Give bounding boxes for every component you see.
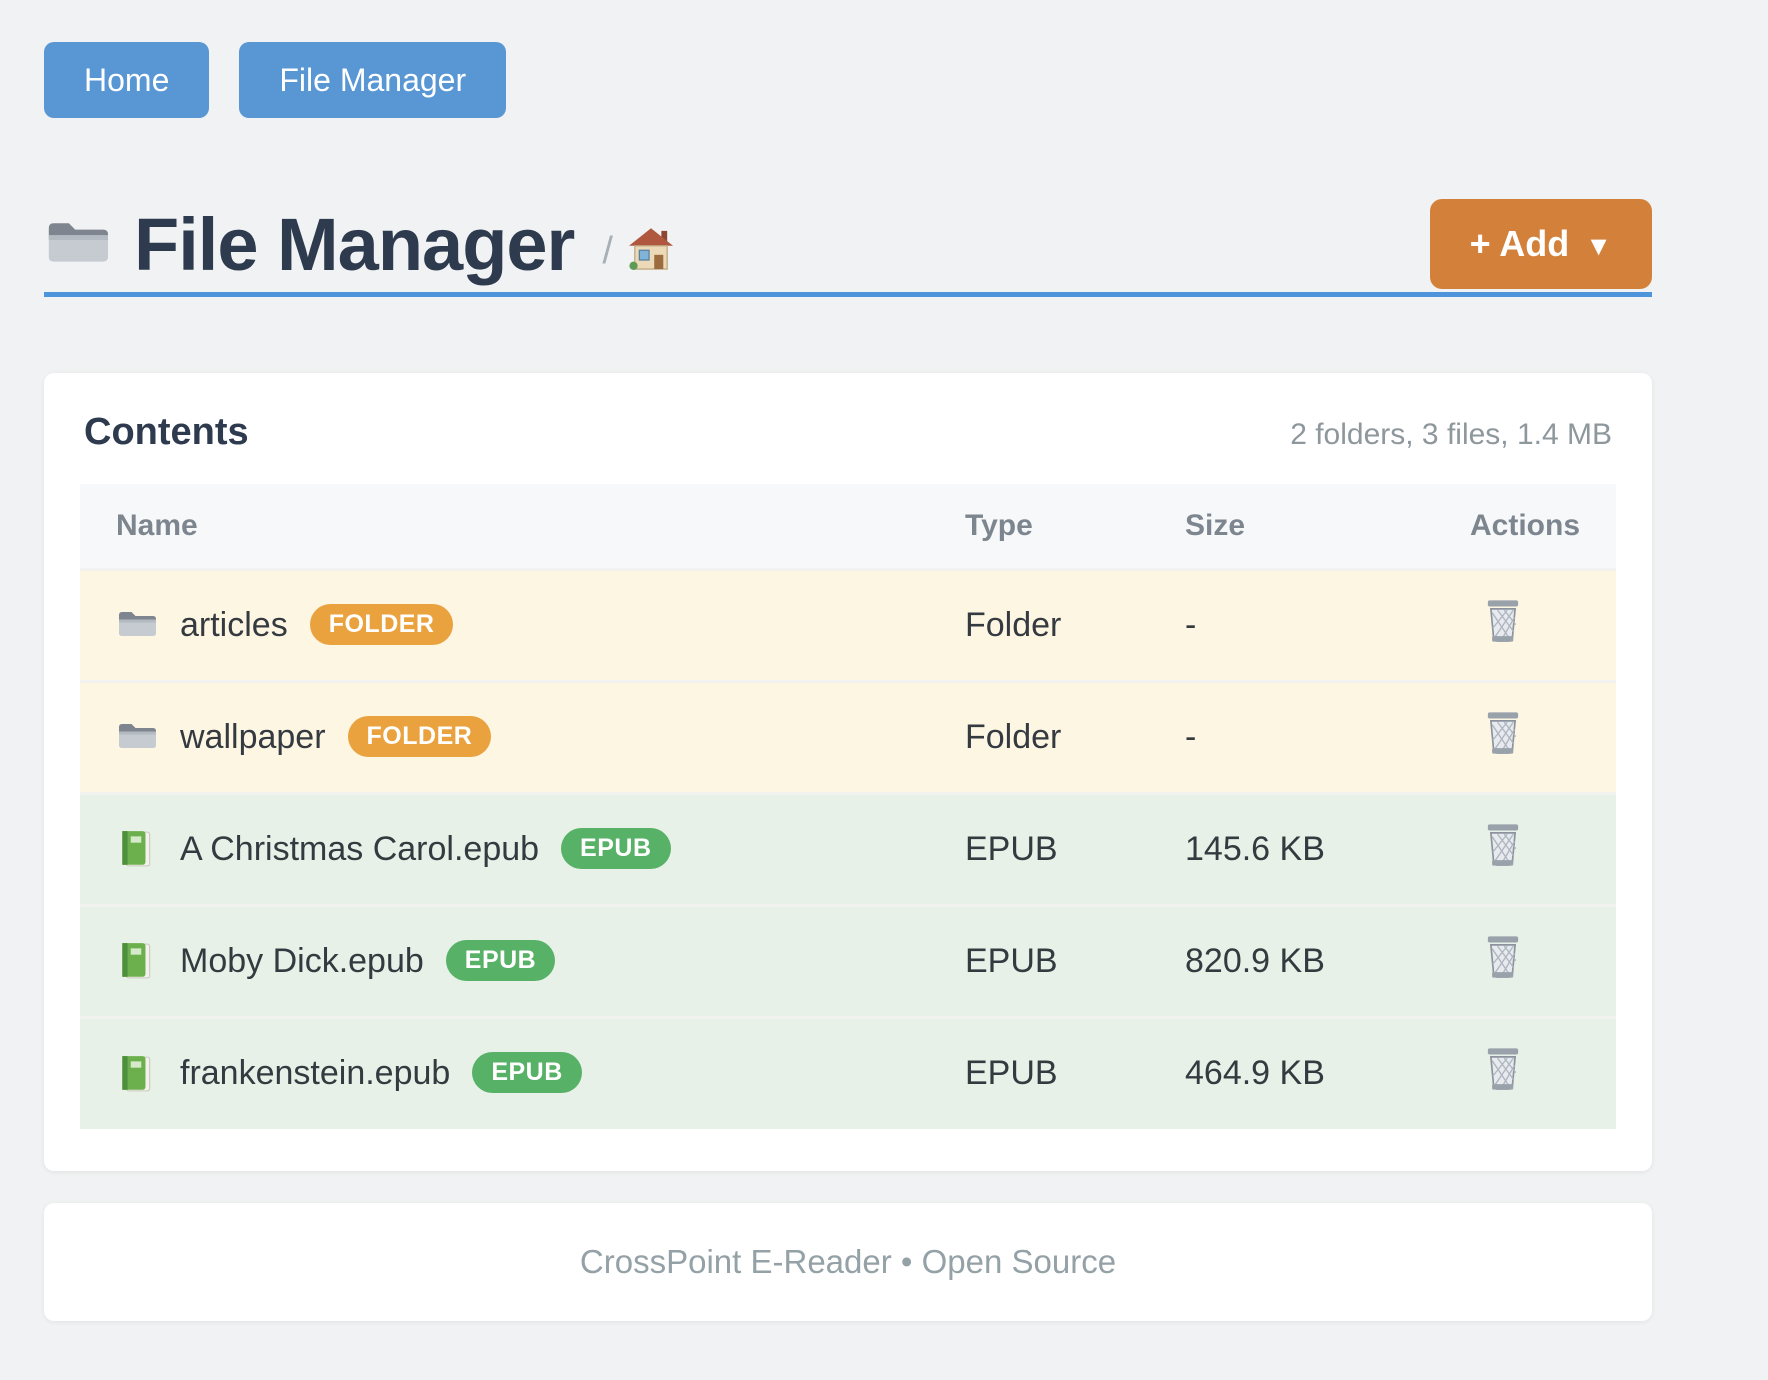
size-cell: - <box>1185 681 1450 793</box>
size-cell: 145.6 KB <box>1185 793 1450 905</box>
item-name-link[interactable]: wallpaper <box>180 718 326 757</box>
type-cell: Folder <box>965 681 1185 793</box>
contents-card-header: Contents 2 folders, 3 files, 1.4 MB <box>80 411 1616 454</box>
contents-title: Contents <box>84 411 249 454</box>
type-badge: EPUB <box>561 828 670 869</box>
breadcrumb-separator: / <box>602 230 613 273</box>
table-row: wallpaper FOLDER Folder- <box>80 681 1616 793</box>
column-header-size: Size <box>1185 484 1450 569</box>
table-row: articles FOLDER Folder- <box>80 569 1616 681</box>
type-cell: EPUB <box>965 905 1185 1017</box>
folder-icon <box>116 717 156 757</box>
item-name-link[interactable]: frankenstein.epub <box>180 1054 450 1093</box>
table-header-row: Name Type Size Actions <box>80 484 1616 569</box>
size-cell: 464.9 KB <box>1185 1017 1450 1129</box>
type-cell: Folder <box>965 569 1185 681</box>
add-button[interactable]: + Add ▼ <box>1430 199 1652 289</box>
column-header-actions: Actions <box>1450 484 1616 569</box>
top-nav: Home File Manager <box>44 42 1652 118</box>
title-group: File Manager / <box>44 202 675 287</box>
type-badge: FOLDER <box>310 604 454 645</box>
column-header-name: Name <box>80 484 965 569</box>
home-icon[interactable] <box>627 227 675 271</box>
trash-icon[interactable] <box>1482 710 1524 756</box>
type-badge: EPUB <box>472 1052 581 1093</box>
caret-down-icon: ▼ <box>1585 231 1612 262</box>
size-cell: - <box>1185 569 1450 681</box>
trash-icon[interactable] <box>1482 934 1524 980</box>
add-button-label: + Add <box>1470 223 1570 265</box>
contents-card: Contents 2 folders, 3 files, 1.4 MB Name… <box>44 373 1652 1171</box>
header-divider <box>44 292 1652 297</box>
book-icon <box>116 941 156 981</box>
trash-icon[interactable] <box>1482 598 1524 644</box>
trash-icon[interactable] <box>1482 822 1524 868</box>
type-cell: EPUB <box>965 1017 1185 1129</box>
table-row: A Christmas Carol.epubEPUBEPUB145.6 KB <box>80 793 1616 905</box>
footer-card: CrossPoint E-Reader • Open Source <box>44 1203 1652 1321</box>
footer-text: CrossPoint E-Reader • Open Source <box>580 1243 1116 1281</box>
home-button[interactable]: Home <box>44 42 209 118</box>
page-title: File Manager <box>134 202 574 287</box>
trash-icon[interactable] <box>1482 1046 1524 1092</box>
file-manager-button[interactable]: File Manager <box>239 42 506 118</box>
book-icon <box>116 829 156 869</box>
type-cell: EPUB <box>965 793 1185 905</box>
item-name-link[interactable]: articles <box>180 606 288 645</box>
column-header-type: Type <box>965 484 1185 569</box>
file-manager-page: Home File Manager File Manager / <box>44 0 1652 1321</box>
page-header: File Manager / + Add ▼ <box>44 198 1652 290</box>
size-cell: 820.9 KB <box>1185 905 1450 1017</box>
contents-summary: 2 folders, 3 files, 1.4 MB <box>1290 418 1612 452</box>
table-row: Moby Dick.epubEPUBEPUB820.9 KB <box>80 905 1616 1017</box>
item-name-link[interactable]: Moby Dick.epub <box>180 942 424 981</box>
item-name-link[interactable]: A Christmas Carol.epub <box>180 830 539 869</box>
type-badge: EPUB <box>446 940 555 981</box>
type-badge: FOLDER <box>348 716 492 757</box>
folder-icon <box>116 605 156 645</box>
table-row: frankenstein.epubEPUBEPUB464.9 KB <box>80 1017 1616 1129</box>
book-icon <box>116 1054 156 1094</box>
folder-icon <box>44 216 108 272</box>
files-table: Name Type Size Actions articles FOLDER Fol… <box>80 484 1616 1129</box>
